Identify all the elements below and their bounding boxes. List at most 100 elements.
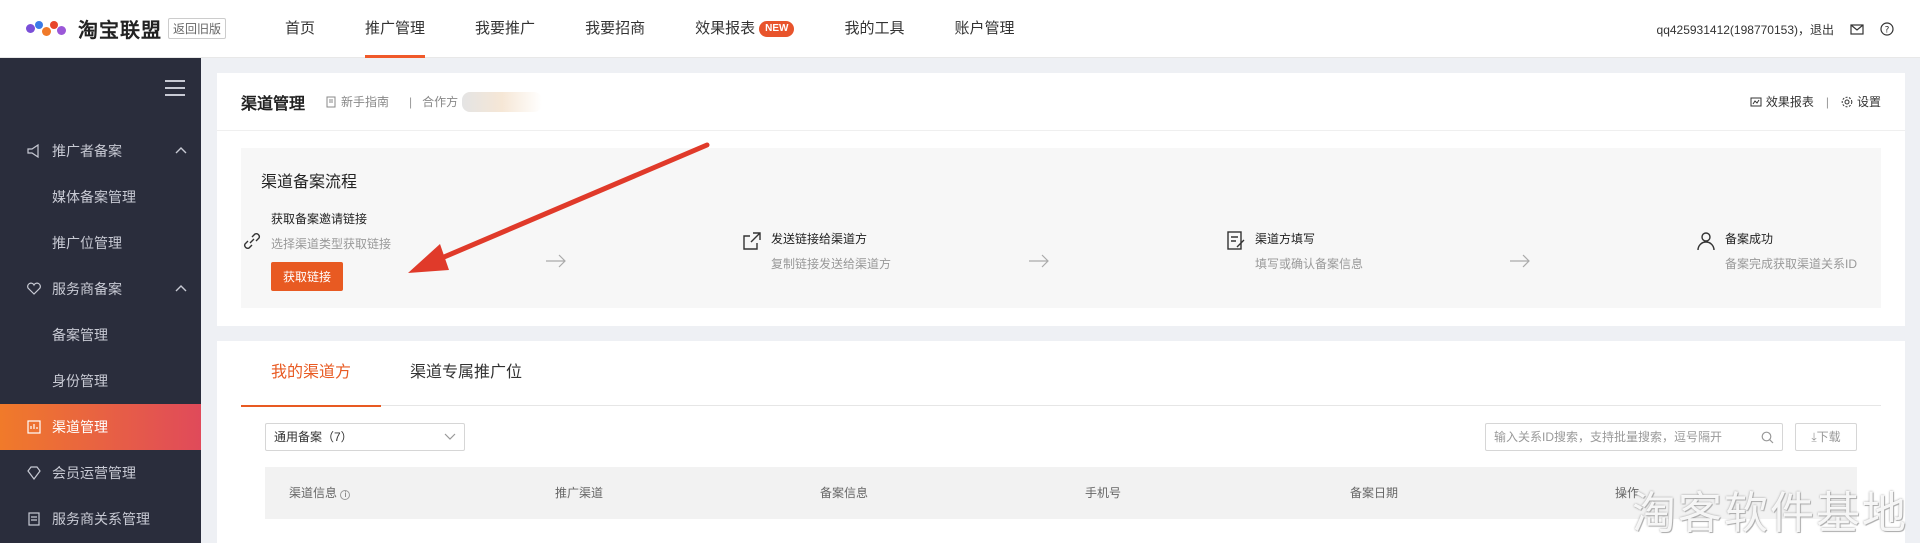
nav-merchant-recruit[interactable]: 我要招商 — [560, 0, 670, 58]
step-desc: 复制链接发送给渠道方 — [771, 257, 892, 271]
relation-id-search-input[interactable]: 输入关系ID搜索，支持批量搜索，逗号隔开 — [1485, 423, 1783, 451]
report-link[interactable]: 效果报表 — [1766, 93, 1814, 110]
logo-text: 淘宝联盟 — [78, 20, 162, 42]
step-desc: 备案完成获取渠道关系ID — [1725, 257, 1858, 271]
get-link-button[interactable]: 获取链接 — [271, 262, 344, 291]
nav-reports[interactable]: 效果报表 NEW — [670, 0, 819, 58]
partner-label: 合作方 — [422, 95, 459, 109]
sidebar-item-member-ops[interactable]: 会员运营管理 — [0, 450, 201, 496]
new-badge: NEW — [759, 20, 795, 37]
guide-label: 新手指南 — [341, 95, 390, 109]
tab-bar: 我的渠道方 渠道专属推广位 — [241, 341, 1881, 407]
nav-promotion-management[interactable]: 推广管理 — [340, 0, 450, 58]
step-title: 获取备案邀请链接 — [271, 212, 368, 226]
sidebar: 推广者备案 媒体备案管理 推广位管理 服务商备案 备案管理 身份管理 渠道管理 … — [0, 58, 201, 543]
sidebar-group-promoter-filing[interactable]: 推广者备案 — [0, 128, 201, 174]
step-desc: 填写或确认备案信息 — [1255, 257, 1364, 271]
chevron-up-icon — [175, 147, 187, 154]
flow-step-3: 渠道方填写 填写或确认备案信息 — [1225, 230, 1363, 272]
download-button[interactable]: ⤓下载 — [1795, 423, 1857, 451]
user-logout-link[interactable]: qq425931412(198770153)，退出 — [1657, 21, 1834, 38]
chevron-down-icon — [444, 433, 456, 440]
nav-promote[interactable]: 我要推广 — [450, 0, 560, 58]
column-header: 备案日期 — [1350, 486, 1399, 500]
sidebar-item-identity[interactable]: 身份管理 — [0, 358, 201, 404]
megaphone-icon — [27, 143, 39, 159]
sidebar-item-label: 备案管理 — [52, 327, 108, 343]
nav-label: 我要推广 — [475, 19, 536, 37]
partner-name-blurred — [462, 91, 543, 112]
sidebar-item-label: 服务商备案 — [52, 281, 122, 297]
doc-icon — [28, 512, 40, 526]
nav-label: 首页 — [285, 19, 316, 37]
sidebar-item-adzone[interactable]: 推广位管理 — [0, 220, 201, 266]
guide-link[interactable]: 新手指南 — [325, 93, 389, 110]
info-icon[interactable]: i — [340, 490, 351, 500]
mail-icon[interactable] — [1850, 22, 1864, 36]
diamond-icon — [27, 466, 41, 480]
sidebar-item-label: 渠道管理 — [52, 419, 108, 435]
back-old-version-link[interactable]: 返回旧版 — [168, 18, 227, 39]
top-bar: 淘宝联盟 返回旧版 首页 推广管理 我要推广 我要招商 效果报表 NEW 我的工具… — [0, 0, 1920, 58]
nav-home[interactable]: 首页 — [260, 0, 340, 58]
table-header: 渠道信息 i 推广渠道 备案信息 手机号 备案日期 操作 — [265, 467, 1857, 519]
nav-label: 推广管理 — [365, 19, 426, 37]
separator: | — [409, 94, 413, 109]
sidebar-item-label: 身份管理 — [52, 373, 108, 389]
page-title: 渠道管理 — [241, 95, 306, 113]
separator: | — [1825, 94, 1829, 109]
column-header: 推广渠道 — [555, 486, 604, 500]
flow-title: 渠道备案流程 — [261, 174, 358, 191]
watermark: 淘客软件基地 — [1632, 488, 1908, 539]
sidebar-group-provider-filing[interactable]: 服务商备案 — [0, 266, 201, 312]
help-icon[interactable]: ? — [1880, 22, 1894, 36]
tab-my-channels[interactable]: 我的渠道方 — [241, 341, 381, 407]
column-header: 渠道信息 i — [289, 467, 351, 519]
flow-step-4: 备案成功 备案完成获取渠道关系ID — [1695, 230, 1857, 272]
page-header: 渠道管理 新手指南 | 合作方 — [217, 73, 1905, 131]
logo[interactable]: 淘宝联盟 返回旧版 — [26, 14, 227, 43]
column-header: 备案信息 — [820, 486, 869, 500]
sidebar-item-channel-management[interactable]: 渠道管理 — [0, 404, 201, 450]
sidebar-item-media-filing[interactable]: 媒体备案管理 — [0, 174, 201, 220]
svg-text:?: ? — [1885, 26, 1890, 36]
main-nav: 首页 推广管理 我要推广 我要招商 效果报表 NEW 我的工具 账户管理 — [260, 0, 1039, 58]
arrow-right-icon — [1510, 254, 1530, 268]
tab-channel-adzones[interactable]: 渠道专属推广位 — [381, 341, 551, 406]
menu-toggle-icon[interactable] — [165, 80, 185, 96]
sidebar-item-filing-management[interactable]: 备案管理 — [0, 312, 201, 358]
step-title: 渠道方填写 — [1255, 232, 1316, 246]
flow-step-1: 获取备案邀请链接 选择渠道类型获取链接 获取链接 — [241, 210, 391, 291]
sidebar-item-label: 推广者备案 — [52, 143, 122, 159]
nav-tools[interactable]: 我的工具 — [819, 0, 929, 58]
link-icon — [244, 233, 260, 249]
filing-type-select[interactable]: 通用备案（7） — [265, 423, 465, 451]
sidebar-item-provider-relations[interactable]: 服务商关系管理 — [0, 496, 201, 542]
select-value: 通用备案（7） — [274, 430, 353, 444]
nav-label: 我的工具 — [844, 19, 905, 37]
sidebar-item-label: 推广位管理 — [52, 235, 122, 251]
gear-icon — [1841, 96, 1853, 107]
heart-hand-icon — [27, 282, 41, 295]
logo-icon — [26, 19, 70, 39]
column-header: 手机号 — [1085, 486, 1122, 500]
header-actions: 效果报表 | 设置 — [1750, 93, 1881, 110]
filing-flow: 渠道备案流程 获取备案邀请链接 选择渠道类型获取链接 获取链接 发送链接给渠道方… — [241, 148, 1881, 308]
sidebar-item-label: 服务商关系管理 — [52, 511, 150, 527]
report-icon — [1750, 97, 1762, 106]
share-icon — [743, 232, 761, 250]
sidebar-item-label: 媒体备案管理 — [52, 189, 136, 205]
channel-icon — [27, 420, 41, 434]
channel-flow-card: 渠道管理 新手指南 | 合作方 效果报表 | 设置 渠道备案流程 获取备案邀请链… — [217, 73, 1905, 326]
arrow-right-icon — [1029, 254, 1049, 268]
arrow-right-icon — [546, 254, 566, 268]
step-title: 发送链接给渠道方 — [771, 232, 868, 246]
settings-link[interactable]: 设置 — [1857, 93, 1881, 110]
flow-step-2: 发送链接给渠道方 复制链接发送给渠道方 — [741, 230, 891, 272]
search-icon[interactable] — [1761, 431, 1774, 444]
download-label: 下载 — [1816, 430, 1841, 444]
user-icon — [1697, 232, 1715, 251]
nav-account[interactable]: 账户管理 — [929, 0, 1039, 58]
user-area: qq425931412(198770153)，退出 ? — [1657, 0, 1894, 58]
column-label: 渠道信息 — [289, 486, 338, 500]
